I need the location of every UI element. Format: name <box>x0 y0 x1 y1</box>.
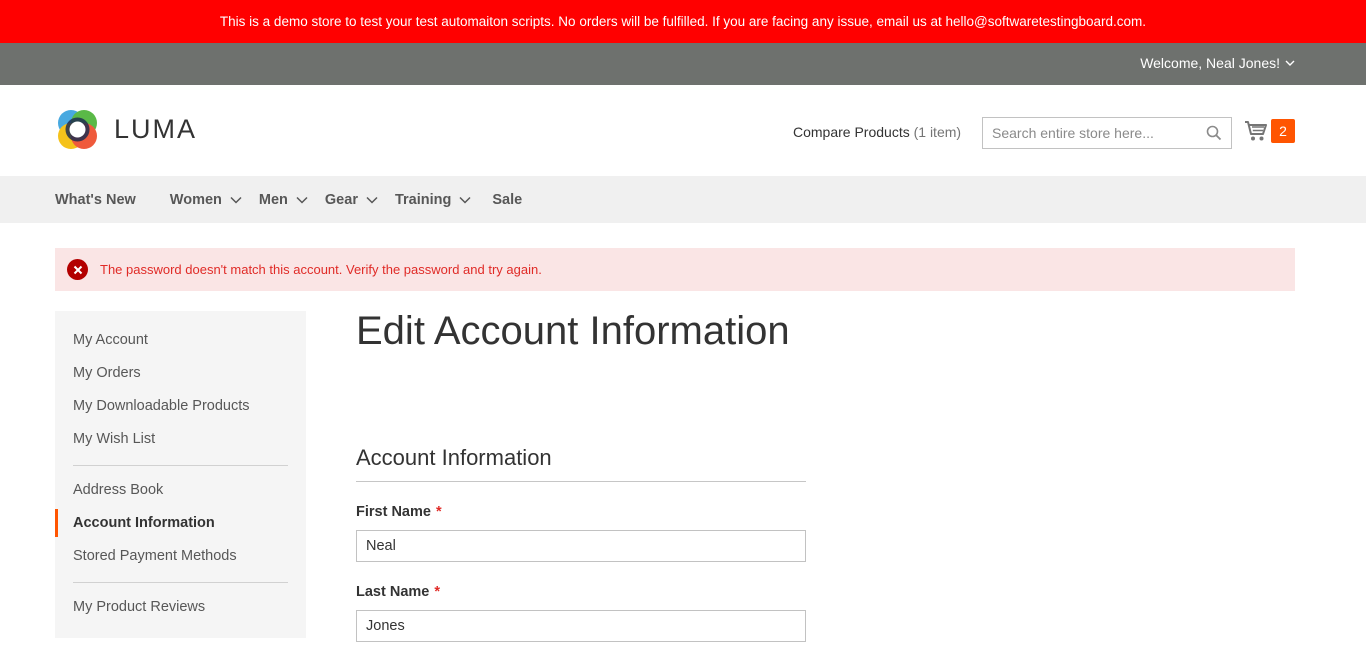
compare-products-link[interactable]: Compare Products (1 item) <box>793 124 961 140</box>
search-input[interactable] <box>983 118 1193 148</box>
sidebar-item-account-information[interactable]: Account Information <box>73 515 215 531</box>
compare-label: Compare Products <box>793 124 910 140</box>
first-name-field[interactable] <box>356 530 806 562</box>
sidebar-item-my-wish-list[interactable]: My Wish List <box>73 431 155 447</box>
main-navigation: What's New Women Men Gear Training Sale <box>0 176 1366 223</box>
sidebar-item-stored-payment-methods[interactable]: Stored Payment Methods <box>73 548 237 564</box>
nav-item-whats-new[interactable]: What's New <box>55 192 136 208</box>
sidebar-item-address-book[interactable]: Address Book <box>73 482 163 498</box>
first-name-label: First Name * <box>356 504 442 520</box>
nav-item-label: Gear <box>324 191 358 208</box>
last-name-label: Last Name * <box>356 584 440 600</box>
error-message: The password doesn't match this account.… <box>55 248 1295 291</box>
panel-header: Welcome, Neal Jones! <box>0 43 1366 85</box>
nav-item-gear[interactable]: Gear <box>325 192 378 208</box>
sidebar-item-my-downloadable-products[interactable]: My Downloadable Products <box>73 398 250 414</box>
header-content: LUMA Compare Products (1 item) 2 <box>0 85 1366 176</box>
nav-item-label: What's New <box>55 191 136 208</box>
nav-item-label: Men <box>258 191 288 208</box>
active-item-indicator <box>55 509 58 537</box>
search-icon[interactable] <box>1206 125 1222 141</box>
chevron-down-icon <box>230 196 242 204</box>
nav-item-men[interactable]: Men <box>259 192 308 208</box>
required-mark: * <box>435 504 442 520</box>
luma-logo-icon <box>58 110 97 149</box>
logo-text: LUMA <box>114 114 198 144</box>
error-icon <box>67 259 88 280</box>
account-sidebar: My Account My Orders My Downloadable Pro… <box>55 311 306 638</box>
chevron-down-icon <box>366 196 378 204</box>
required-mark: * <box>434 584 440 600</box>
last-name-label-text: Last Name <box>356 584 430 600</box>
store-logo[interactable]: LUMA <box>55 107 197 152</box>
chevron-down-icon <box>1285 60 1295 66</box>
shopping-cart-icon <box>1245 121 1267 141</box>
section-divider <box>356 481 806 482</box>
compare-count: (1 item) <box>913 124 962 140</box>
welcome-text: Welcome, Neal Jones! <box>1140 55 1280 71</box>
nav-item-label: Women <box>169 191 222 208</box>
sidebar-item-my-orders[interactable]: My Orders <box>73 365 141 381</box>
error-message-text: The password doesn't match this account.… <box>100 262 542 277</box>
minicart-button[interactable]: 2 <box>1244 119 1295 143</box>
section-title: Account Information <box>356 445 552 470</box>
cart-counter-badge: 2 <box>1271 119 1295 143</box>
page-title: Edit Account Information <box>356 309 790 353</box>
customer-welcome-menu[interactable]: Welcome, Neal Jones! <box>1140 55 1295 71</box>
demo-banner-text: This is a demo store to test your test a… <box>219 14 1147 29</box>
chevron-down-icon <box>459 196 471 204</box>
search-box <box>982 117 1232 149</box>
nav-item-label: Training <box>394 191 452 208</box>
sidebar-divider <box>73 465 288 466</box>
chevron-down-icon <box>296 196 308 204</box>
first-name-label-text: First Name <box>356 504 431 520</box>
nav-item-women[interactable]: Women <box>170 192 242 208</box>
last-name-field[interactable] <box>356 610 806 642</box>
sidebar-divider <box>73 582 288 583</box>
nav-item-label: Sale <box>492 191 523 208</box>
demo-store-banner: This is a demo store to test your test a… <box>0 0 1366 43</box>
nav-item-sale[interactable]: Sale <box>492 192 522 208</box>
nav-item-training[interactable]: Training <box>395 192 471 208</box>
sidebar-item-my-product-reviews[interactable]: My Product Reviews <box>73 599 205 615</box>
sidebar-item-my-account[interactable]: My Account <box>73 332 148 348</box>
